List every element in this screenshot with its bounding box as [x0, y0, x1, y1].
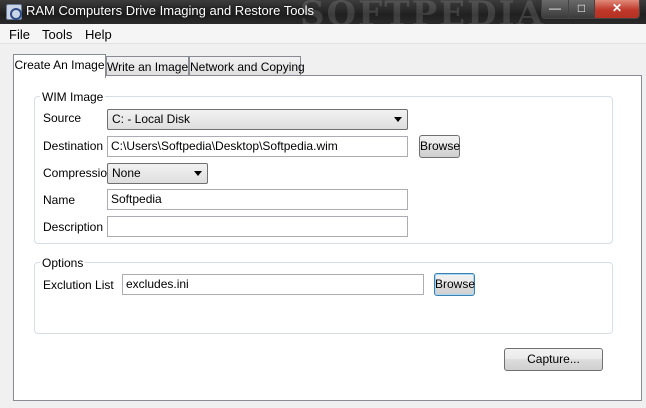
source-select-value: C: - Local Disk	[112, 112, 191, 126]
maximize-icon: □	[577, 1, 586, 15]
name-label: Name	[43, 193, 76, 207]
source-select[interactable]: C: - Local Disk	[107, 109, 408, 130]
wim-image-group-title: WIM Image	[40, 90, 106, 104]
name-field[interactable]: Softpedia	[107, 189, 408, 210]
compression-label: Compression	[43, 166, 114, 180]
destination-browse-button[interactable]: Browse	[419, 135, 460, 158]
chevron-down-icon	[394, 117, 402, 122]
tab-write-an-image[interactable]: Write an Image	[106, 56, 189, 77]
exclusion-list-field[interactable]: excludes.ini	[122, 274, 424, 295]
menu-tools[interactable]: Tools	[42, 27, 72, 42]
exclusion-browse-button[interactable]: Browse	[434, 273, 475, 296]
menu-help[interactable]: Help	[85, 27, 112, 42]
chevron-down-icon	[194, 171, 202, 176]
exclusion-list-label: Exclution List	[43, 278, 114, 292]
destination-field[interactable]: C:\Users\Softpedia\Desktop\Softpedia.wim	[107, 136, 408, 157]
close-button[interactable]: ✕	[594, 0, 640, 19]
options-group	[34, 262, 613, 334]
minimize-icon: —	[549, 1, 561, 15]
tab-create-an-image[interactable]: Create An Image	[13, 54, 106, 78]
options-group-title: Options	[40, 256, 86, 270]
compression-select[interactable]: None	[107, 163, 208, 184]
title-bar: RAM Computers Drive Imaging and Restore …	[0, 0, 646, 34]
description-label: Description	[43, 220, 104, 234]
tab-panel: WIM Image Source C: - Local Disk Destina…	[13, 75, 642, 401]
compression-select-value: None	[112, 166, 141, 180]
menu-bar: File Tools Help	[0, 24, 646, 44]
capture-button[interactable]: Capture...	[504, 348, 603, 371]
description-field[interactable]	[107, 216, 408, 237]
destination-label: Destination	[43, 139, 104, 153]
close-icon: ✕	[611, 1, 623, 15]
app-icon	[6, 4, 22, 20]
menu-file[interactable]: File	[9, 27, 30, 42]
tab-network-and-copying[interactable]: Network and Copying	[189, 56, 305, 77]
source-label: Source	[43, 111, 82, 125]
maximize-button[interactable]: □	[568, 0, 595, 19]
minimize-button[interactable]: —	[541, 0, 569, 19]
window-title: RAM Computers Drive Imaging and Restore …	[26, 3, 315, 18]
